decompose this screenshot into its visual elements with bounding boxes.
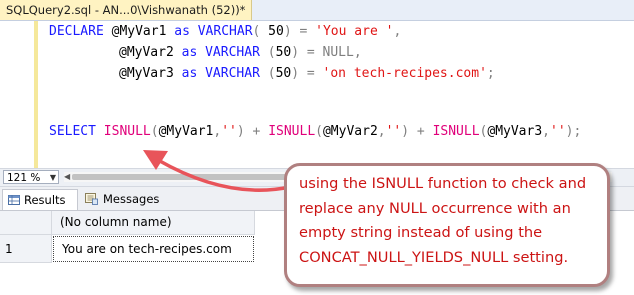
string-literal: 'on tech-recipes.com' xyxy=(322,66,487,81)
keyword-select: SELECT xyxy=(49,124,96,139)
code-line-3[interactable]: @MyVar3 as VARCHAR (50) = 'on tech-recip… xyxy=(119,66,495,82)
plus-operator: + xyxy=(252,124,261,139)
paren-open: ( xyxy=(150,124,159,139)
paren-close: ) xyxy=(283,24,292,39)
paren-open: ( xyxy=(267,66,276,81)
tab-results[interactable]: Results xyxy=(2,189,78,210)
function-isnull-2: ISNULL xyxy=(268,124,316,139)
zoom-dropdown[interactable]: 121 % ▼ xyxy=(3,170,59,184)
keyword-declare: DECLARE xyxy=(49,24,104,39)
document-tab-title: SQLQuery2.sql - AN...0\Vishwanath (52))* xyxy=(6,3,246,17)
type-varchar: VARCHAR xyxy=(205,66,260,81)
comma: , xyxy=(353,45,362,60)
plus-operator: + xyxy=(416,124,425,139)
variable-myvar2: @MyVar2 xyxy=(322,124,378,139)
type-varchar: VARCHAR xyxy=(205,45,260,60)
variable-myvar3: @MyVar3 xyxy=(487,124,543,139)
equals-operator: = xyxy=(299,24,308,39)
annotation-line-2: replace any NULL occurrence with an xyxy=(299,199,571,217)
paren-close: ) xyxy=(401,124,410,139)
document-tab[interactable]: SQLQuery2.sql - AN...0\Vishwanath (52))* xyxy=(0,0,253,20)
semicolon: ; xyxy=(486,66,495,81)
scroll-left-icon[interactable]: ◀ xyxy=(64,172,70,182)
paren-close: ) xyxy=(236,124,245,139)
tab-messages-label: Messages xyxy=(103,192,160,206)
chevron-down-icon[interactable]: ▼ xyxy=(50,171,56,185)
variable-myvar1: @MyVar1 xyxy=(158,124,214,139)
tab-messages[interactable]: Messages xyxy=(82,189,162,209)
function-isnull-1: ISNULL xyxy=(103,124,151,139)
paren-close: ) xyxy=(291,45,300,60)
result-cell[interactable]: You are on tech-recipes.com xyxy=(53,236,254,262)
code-line-1[interactable]: DECLARE @MyVar1 as VARCHAR( 50) = 'You a… xyxy=(49,24,401,40)
sql-editor[interactable]: DECLARE @MyVar1 as VARCHAR ( 50) = 'You a… xyxy=(0,21,634,168)
grid-corner-cell[interactable] xyxy=(0,211,52,235)
size-value: 50 xyxy=(260,24,284,39)
paren-close: ) xyxy=(291,66,300,81)
comma: , xyxy=(393,24,402,39)
comma: , xyxy=(542,124,550,139)
equals-operator: = xyxy=(306,66,315,81)
editor-gutter xyxy=(0,21,30,168)
variable-myvar1: @MyVar1 xyxy=(111,24,167,39)
annotation-line-1: using the ISNULL function to check and xyxy=(299,175,587,192)
annotation-line-4: CONCAT_NULL_YIELDS_NULL setting. xyxy=(299,248,569,266)
type-varchar: VARCHAR xyxy=(197,24,253,39)
null-literal: NULL xyxy=(322,45,354,60)
empty-string: '' xyxy=(385,124,402,139)
code-line-select[interactable]: SELECT ISNULL(@MyVar1,'') + ISNULL(@MyVa… xyxy=(49,124,581,140)
change-indicator-bar xyxy=(34,21,38,168)
tab-results-label: Results xyxy=(24,193,66,207)
annotation-callout: using the ISNULL function to check and r… xyxy=(284,163,610,287)
keyword-as: as xyxy=(181,45,198,60)
semicolon: ; xyxy=(573,124,582,139)
function-isnull-3: ISNULL xyxy=(432,124,480,139)
empty-string: '' xyxy=(550,124,566,139)
string-literal: 'You are ' xyxy=(315,24,394,39)
comma: , xyxy=(377,124,386,139)
keyword-as: as xyxy=(174,24,190,39)
size-value: 50 xyxy=(275,45,292,60)
column-header[interactable]: (No column name) xyxy=(52,211,255,235)
zoom-level: 121 % xyxy=(7,172,41,184)
size-value: 50 xyxy=(275,66,292,81)
code-line-2[interactable]: @MyVar2 as VARCHAR (50) = NULL, xyxy=(119,45,362,61)
messages-icon xyxy=(85,193,98,205)
paren-open: ( xyxy=(267,45,276,60)
annotation-line-3: empty string instead of using the xyxy=(299,224,543,241)
result-cell-value: You are on tech-recipes.com xyxy=(62,242,232,256)
annotation-text: using the ISNULL function to check and r… xyxy=(299,172,605,270)
variable-myvar2: @MyVar2 xyxy=(119,45,174,60)
variable-myvar3: @MyVar3 xyxy=(119,66,174,81)
empty-string: '' xyxy=(221,124,237,139)
row-number: 1 xyxy=(5,242,13,256)
grid-icon xyxy=(8,195,20,205)
equals-operator: = xyxy=(306,45,315,60)
column-header-label: (No column name) xyxy=(60,215,172,229)
keyword-as: as xyxy=(181,66,198,81)
row-number-cell[interactable]: 1 xyxy=(0,235,52,263)
document-tab-bar: SQLQuery2.sql - AN...0\Vishwanath (52))* xyxy=(0,0,634,21)
paren-open: ( xyxy=(315,124,323,139)
